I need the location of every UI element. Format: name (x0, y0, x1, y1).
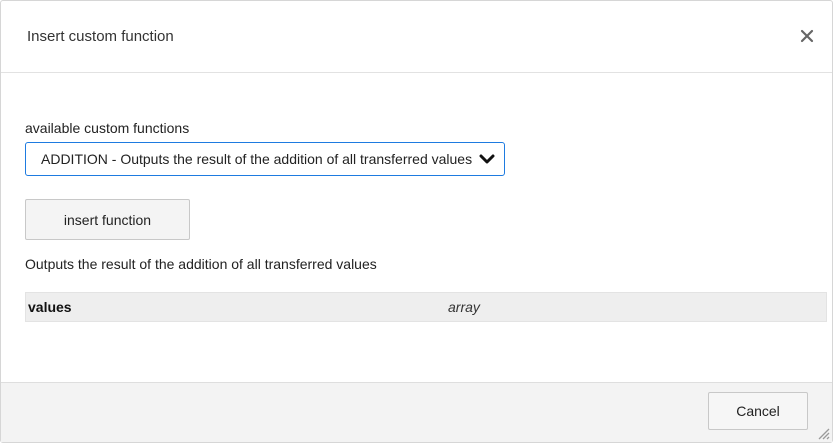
insert-custom-function-dialog: Insert custom function available custom … (0, 0, 833, 443)
insert-function-button[interactable]: insert function (25, 199, 190, 240)
resize-grip-icon[interactable] (814, 424, 830, 440)
chevron-down-icon (478, 152, 496, 166)
cancel-button[interactable]: Cancel (708, 392, 808, 430)
function-description: Outputs the result of the addition of al… (25, 256, 377, 272)
function-select-value: ADDITION - Outputs the result of the add… (41, 151, 473, 167)
dialog-title: Insert custom function (27, 28, 174, 45)
close-icon[interactable] (796, 25, 818, 47)
function-select-label: available custom functions (25, 120, 190, 136)
dialog-header: Insert custom function (1, 1, 832, 73)
function-select[interactable]: ADDITION - Outputs the result of the add… (25, 142, 505, 176)
parameter-type: array (448, 299, 480, 315)
parameter-name: values (28, 299, 72, 315)
dialog-body: available custom functions ADDITION - Ou… (1, 120, 832, 322)
parameter-row: values array (25, 292, 827, 322)
dialog-footer: Cancel (1, 382, 832, 442)
